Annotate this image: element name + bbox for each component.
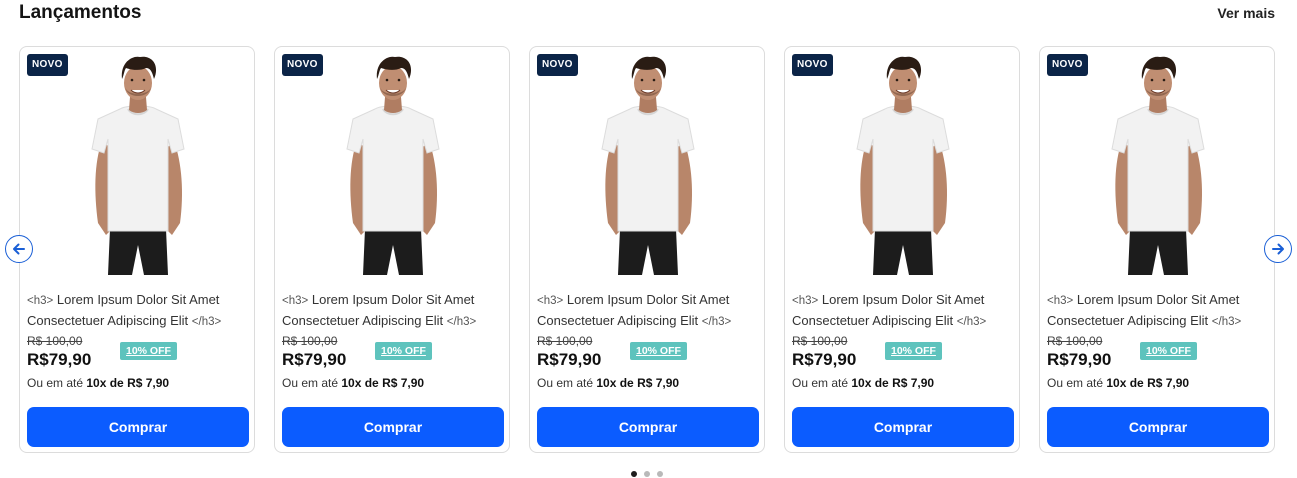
tag-open-text: <h3> — [27, 295, 54, 307]
discount-badge: 10% OFF — [120, 342, 177, 360]
old-price: R$ 100,00 — [1047, 334, 1103, 348]
new-badge: NOVO — [792, 54, 833, 76]
product-name[interactable]: <h3> Lorem Ipsum Dolor Sit Amet Consecte… — [27, 290, 252, 332]
pagination-dot[interactable] — [644, 471, 650, 477]
installments-value: 10x de R$ 7,90 — [596, 376, 680, 390]
discount-badge: 10% OFF — [885, 342, 942, 360]
old-price: R$ 100,00 — [282, 334, 338, 348]
old-price: R$ 100,00 — [537, 334, 593, 348]
product-name[interactable]: <h3> Lorem Ipsum Dolor Sit Amet Consecte… — [792, 290, 1017, 332]
tag-close-text: </h3> — [191, 316, 222, 328]
buy-button[interactable]: Comprar — [27, 407, 249, 447]
product-card[interactable]: NOVO <h3> Lorem Ipsum Dolor Sit Amet Con… — [784, 46, 1020, 453]
carousel-pagination — [631, 471, 663, 477]
discount-badge: 10% OFF — [630, 342, 687, 360]
installments-prefix: Ou em até — [537, 376, 594, 390]
tag-open-text: <h3> — [537, 295, 564, 307]
discount-badge: 10% OFF — [1140, 342, 1197, 360]
tag-close-text: </h3> — [1211, 316, 1242, 328]
product-image[interactable] — [590, 53, 706, 275]
product-card[interactable]: NOVO <h3> Lorem Ipsum Dolor Sit Amet Con… — [19, 46, 255, 453]
product-card[interactable]: NOVO <h3> Lorem Ipsum Dolor Sit Amet Con… — [529, 46, 765, 453]
installments-text: Ou em até 10x de R$ 7,90 — [1047, 376, 1189, 390]
arrow-right-icon — [1272, 243, 1284, 255]
price: R$79,90 — [792, 350, 857, 369]
section-header: Lançamentos Ver mais — [19, 0, 1275, 28]
arrow-left-icon — [13, 243, 25, 255]
carousel-prev-button[interactable] — [5, 235, 33, 263]
product-card[interactable]: NOVO <h3> Lorem Ipsum Dolor Sit Amet Con… — [1039, 46, 1275, 453]
pagination-dot[interactable] — [657, 471, 663, 477]
tag-close-text: </h3> — [701, 316, 732, 328]
buy-button[interactable]: Comprar — [537, 407, 759, 447]
installments-text: Ou em até 10x de R$ 7,90 — [792, 376, 934, 390]
pagination-dot[interactable] — [631, 471, 637, 477]
installments-prefix: Ou em até — [27, 376, 84, 390]
product-title: Lorem Ipsum Dolor Sit Amet Consectetuer … — [537, 292, 730, 328]
new-badge: NOVO — [282, 54, 323, 76]
product-name[interactable]: <h3> Lorem Ipsum Dolor Sit Amet Consecte… — [537, 290, 762, 332]
product-title: Lorem Ipsum Dolor Sit Amet Consectetuer … — [282, 292, 475, 328]
price: R$79,90 — [537, 350, 602, 369]
product-image[interactable] — [845, 53, 961, 275]
installments-text: Ou em até 10x de R$ 7,90 — [282, 376, 424, 390]
buy-button[interactable]: Comprar — [282, 407, 504, 447]
installments-text: Ou em até 10x de R$ 7,90 — [27, 376, 169, 390]
tag-open-text: <h3> — [792, 295, 819, 307]
installments-value: 10x de R$ 7,90 — [1106, 376, 1190, 390]
product-image[interactable] — [1100, 53, 1216, 275]
product-card[interactable]: NOVO <h3> Lorem Ipsum Dolor Sit Amet Con… — [274, 46, 510, 453]
price: R$79,90 — [1047, 350, 1112, 369]
product-name[interactable]: <h3> Lorem Ipsum Dolor Sit Amet Consecte… — [1047, 290, 1272, 332]
product-title: Lorem Ipsum Dolor Sit Amet Consectetuer … — [792, 292, 985, 328]
product-image[interactable] — [80, 53, 196, 275]
section-title: Lançamentos — [19, 2, 142, 23]
new-badge: NOVO — [537, 54, 578, 76]
new-badge: NOVO — [1047, 54, 1088, 76]
new-badge: NOVO — [27, 54, 68, 76]
product-title: Lorem Ipsum Dolor Sit Amet Consectetuer … — [1047, 292, 1240, 328]
installments-text: Ou em até 10x de R$ 7,90 — [537, 376, 679, 390]
tag-close-text: </h3> — [446, 316, 477, 328]
tag-open-text: <h3> — [1047, 295, 1074, 307]
tag-close-text: </h3> — [956, 316, 987, 328]
buy-button[interactable]: Comprar — [1047, 407, 1269, 447]
installments-value: 10x de R$ 7,90 — [341, 376, 425, 390]
carousel-next-button[interactable] — [1264, 235, 1292, 263]
see-more-link[interactable]: Ver mais — [1217, 5, 1275, 21]
price: R$79,90 — [27, 350, 92, 369]
price: R$79,90 — [282, 350, 347, 369]
installments-value: 10x de R$ 7,90 — [851, 376, 935, 390]
buy-button[interactable]: Comprar — [792, 407, 1014, 447]
installments-prefix: Ou em até — [282, 376, 339, 390]
old-price: R$ 100,00 — [27, 334, 83, 348]
product-name[interactable]: <h3> Lorem Ipsum Dolor Sit Amet Consecte… — [282, 290, 507, 332]
installments-prefix: Ou em até — [1047, 376, 1104, 390]
old-price: R$ 100,00 — [792, 334, 848, 348]
discount-badge: 10% OFF — [375, 342, 432, 360]
product-image[interactable] — [335, 53, 451, 275]
installments-value: 10x de R$ 7,90 — [86, 376, 170, 390]
product-carousel: NOVO <h3> Lorem Ipsum Dolor Sit Amet Con… — [0, 46, 1297, 456]
product-title: Lorem Ipsum Dolor Sit Amet Consectetuer … — [27, 292, 220, 328]
tag-open-text: <h3> — [282, 295, 309, 307]
installments-prefix: Ou em até — [792, 376, 849, 390]
